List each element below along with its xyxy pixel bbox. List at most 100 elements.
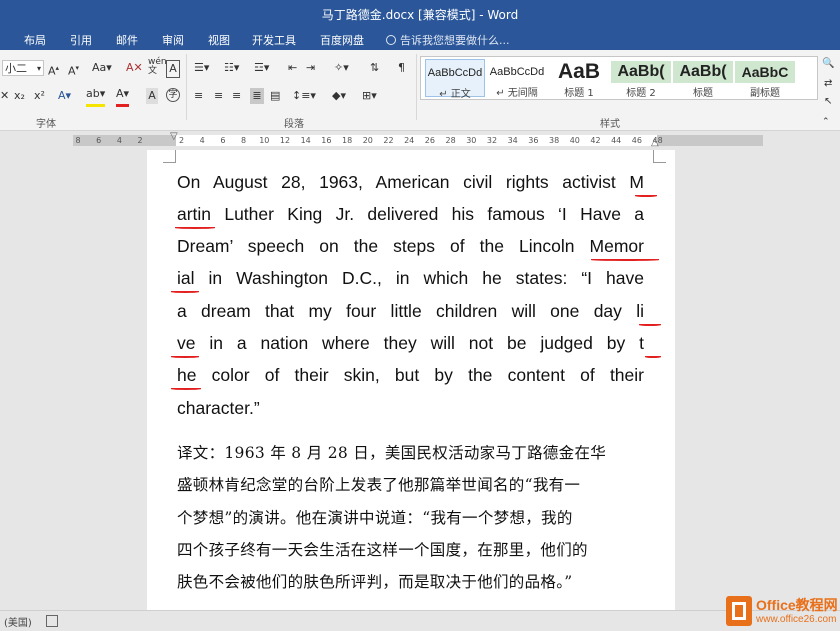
ruler-tick-label: 44 bbox=[611, 136, 622, 145]
title-bar: 马丁路德金.docx [兼容模式] - Word bbox=[0, 0, 840, 28]
style-heading-1[interactable]: AaB 标题 1 bbox=[549, 59, 609, 99]
styles-gallery: AaBbCcDd ↵ 正文 AaBbCcDd ↵ 无间隔 AaB 标题 1 Aa… bbox=[420, 56, 818, 100]
font-size-select[interactable]: 小二 ▾ bbox=[2, 60, 44, 76]
ruler-tick-label: 42 bbox=[590, 136, 601, 145]
tab-references[interactable]: 引用 bbox=[70, 32, 92, 48]
right-indent-icon[interactable]: △ bbox=[651, 137, 665, 151]
change-case-icon[interactable]: Aa▾ bbox=[92, 60, 112, 76]
red-underline bbox=[639, 324, 661, 326]
tab-layout[interactable]: 布局 bbox=[24, 32, 46, 48]
red-underline bbox=[171, 291, 199, 293]
align-left-icon[interactable]: ≡ bbox=[194, 88, 203, 104]
first-line-indent-icon[interactable]: ▽ bbox=[170, 131, 184, 145]
superscript-icon[interactable]: x² bbox=[34, 88, 45, 104]
ruler-tick-label: 46 bbox=[631, 136, 642, 145]
watermark-brand: Office教程网 bbox=[756, 597, 838, 613]
english-line: a dream that my four little children wil… bbox=[177, 301, 644, 321]
text-effects-icon[interactable]: A▾ bbox=[58, 88, 71, 104]
increase-indent-icon[interactable]: ⇥ bbox=[306, 60, 315, 76]
ruler-tick-label: 4 bbox=[199, 136, 205, 145]
red-underline bbox=[645, 356, 661, 358]
document-page[interactable]: On August 28, 1963, American civil right… bbox=[147, 150, 675, 610]
multilevel-list-icon[interactable]: ☲▾ bbox=[254, 60, 269, 76]
ruler-tick-label: 4 bbox=[116, 136, 122, 145]
chinese-layout-icon[interactable]: ✧▾ bbox=[334, 60, 349, 76]
justify-icon[interactable]: ≣ bbox=[250, 88, 264, 104]
find-icon[interactable]: 🔍 bbox=[822, 56, 834, 72]
english-line: he color of their skin, but by the conte… bbox=[177, 365, 644, 385]
clear-formatting-icon[interactable]: A✕ bbox=[126, 60, 143, 76]
align-right-icon[interactable]: ≡ bbox=[232, 88, 241, 104]
font-color-icon[interactable]: A▾ bbox=[116, 88, 130, 107]
chinese-line: 个梦想”的演讲。他在演讲中说道：“我有一个梦想，我的 bbox=[177, 509, 573, 527]
replace-icon[interactable]: ⇄ bbox=[824, 76, 832, 92]
collapse-ribbon-icon[interactable]: ⌃ bbox=[822, 114, 830, 130]
numbering-icon[interactable]: ☷▾ bbox=[224, 60, 239, 76]
decrease-indent-icon[interactable]: ⇤ bbox=[288, 60, 297, 76]
character-shading-icon[interactable]: A bbox=[146, 88, 158, 104]
style-name: 副标题 bbox=[750, 88, 780, 99]
style-no-spacing[interactable]: AaBbCcDd ↵ 无间隔 bbox=[487, 59, 547, 99]
tab-review[interactable]: 审阅 bbox=[162, 32, 184, 48]
tell-me-placeholder: 告诉我您想要做什么... bbox=[400, 34, 510, 47]
style-heading-2[interactable]: AaBb( 标题 2 bbox=[611, 59, 671, 99]
character-border-icon[interactable]: A bbox=[166, 60, 180, 78]
distributed-icon[interactable]: ▤ bbox=[270, 88, 280, 104]
ruler-tick-label: 16 bbox=[321, 136, 332, 145]
ruler-right-margin bbox=[657, 135, 763, 146]
tab-view[interactable]: 视图 bbox=[208, 32, 230, 48]
tab-baidu-netdisk[interactable]: 百度网盘 bbox=[320, 32, 364, 48]
style-preview: AaB bbox=[557, 61, 600, 83]
group-divider bbox=[186, 54, 187, 120]
lightbulb-icon bbox=[386, 35, 396, 45]
align-center-icon[interactable]: ≡ bbox=[214, 88, 223, 104]
status-bar: (美国) bbox=[0, 610, 840, 631]
grow-font-icon[interactable]: A▴ bbox=[48, 60, 59, 78]
style-name: ↵ 正文 bbox=[439, 89, 471, 100]
style-subtitle[interactable]: AaBbC 副标题 bbox=[735, 59, 795, 99]
shading-icon[interactable]: ◆▾ bbox=[332, 88, 346, 104]
style-preview: AaBb( bbox=[673, 61, 733, 83]
line-spacing-icon[interactable]: ↕≡▾ bbox=[292, 88, 316, 104]
ruler-tick-label: 30 bbox=[466, 136, 477, 145]
tab-developer[interactable]: 开发工具 bbox=[252, 32, 296, 48]
strikethrough-icon[interactable]: ✕ bbox=[0, 88, 9, 104]
highlight-icon[interactable]: ab▾ bbox=[86, 88, 106, 107]
sort-icon[interactable]: ⇅ bbox=[370, 60, 379, 76]
ruler-tick-label: 14 bbox=[300, 136, 311, 145]
language-indicator[interactable]: (美国) bbox=[4, 614, 32, 629]
ruler-tick-label: 12 bbox=[279, 136, 291, 145]
phonetic-guide-icon[interactable]: wén 文 bbox=[148, 58, 167, 76]
chinese-line: 盛顿林肯纪念堂的台阶上发表了他那篇举世闻名的“我有一 bbox=[177, 476, 581, 494]
ruler-tick-label: 18 bbox=[342, 136, 353, 145]
show-marks-icon[interactable]: ¶ bbox=[398, 60, 405, 76]
ruler-tick-label: 40 bbox=[569, 136, 580, 145]
ribbon-tab-bar: 布局 引用 邮件 审阅 视图 开发工具 百度网盘 告诉我您想要做什么... bbox=[0, 28, 840, 50]
style-title[interactable]: AaBb( 标题 bbox=[673, 59, 733, 99]
ruler-tick-label: 28 bbox=[445, 136, 456, 145]
style-name: 标题 bbox=[693, 88, 713, 99]
subscript-icon[interactable]: x₂ bbox=[14, 88, 25, 104]
font-size-value: 小二 bbox=[5, 62, 27, 75]
ruler-tick-label: 6 bbox=[96, 136, 102, 145]
borders-icon[interactable]: ⊞▾ bbox=[362, 88, 377, 104]
chinese-line: 四个孩子终有一天会生活在这样一个国度，在那里，他们的 bbox=[177, 541, 588, 559]
chinese-line: 肤色不会被他们的肤色所评判，而是取决于他们的品格。” bbox=[177, 573, 573, 591]
select-icon[interactable]: ↖ bbox=[824, 94, 832, 110]
tab-mailings[interactable]: 邮件 bbox=[116, 32, 138, 48]
tell-me-search[interactable]: 告诉我您想要做什么... bbox=[386, 32, 510, 48]
macro-record-icon[interactable] bbox=[46, 615, 58, 627]
english-line: On August 28, 1963, American civil right… bbox=[177, 172, 644, 192]
horizontal-ruler[interactable]: 8 6 4 2 2 4 6 8 10 12 14 16 18 20 22 24 26 28 30 32 34 36 38 40… bbox=[0, 131, 840, 149]
red-underline bbox=[635, 195, 657, 197]
shrink-font-icon[interactable]: A▾ bbox=[68, 60, 79, 78]
ruler-tick-label: 22 bbox=[383, 136, 394, 145]
bullets-icon[interactable]: ☰▾ bbox=[194, 60, 209, 76]
enclose-characters-icon[interactable]: 字 bbox=[166, 88, 180, 102]
ruler-tick-label: 6 bbox=[220, 136, 226, 145]
red-underline bbox=[171, 388, 201, 390]
red-underline bbox=[591, 259, 659, 261]
ruler-tick-label: 38 bbox=[549, 136, 560, 145]
style-normal[interactable]: AaBbCcDd ↵ 正文 bbox=[425, 59, 485, 100]
red-underline bbox=[175, 227, 215, 229]
